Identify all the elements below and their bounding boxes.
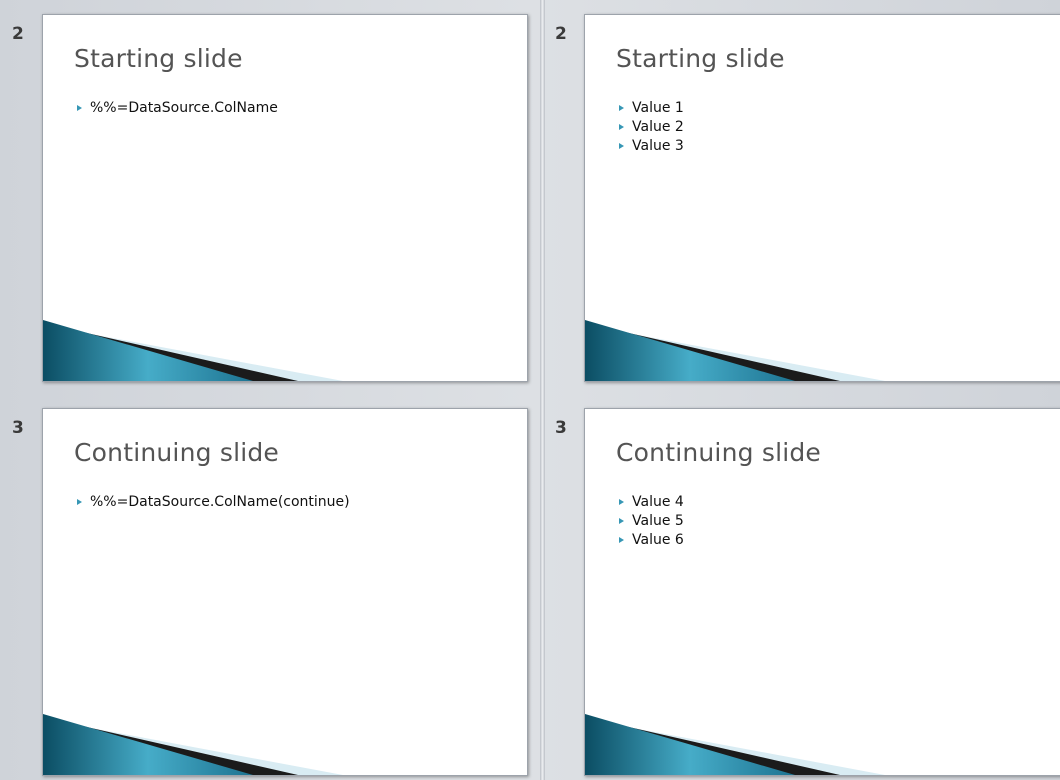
bullet-list: %%=DataSource.ColName (77, 99, 278, 118)
bullet-text: Value 4 (632, 494, 684, 510)
bullet-text: %%=DataSource.ColName (90, 100, 278, 116)
triangle-bullet-icon (619, 499, 624, 505)
triangle-bullet-icon (77, 105, 82, 111)
slide-thumbnail-result-continuing[interactable]: Continuing slide Value 4 Value 5 Value 6 (584, 408, 1060, 776)
slide-number: 3 (555, 418, 567, 438)
slide-thumbnail-template-starting[interactable]: Starting slide %%=DataSource.ColName (42, 14, 528, 382)
teal-swoosh-decoration (43, 714, 343, 775)
triangle-bullet-icon (619, 105, 624, 111)
bullet-text: Value 3 (632, 138, 684, 154)
slide-title: Continuing slide (616, 438, 822, 467)
bullet-item: Value 3 (619, 137, 684, 156)
slide-title: Continuing slide (74, 438, 280, 467)
triangle-bullet-icon (619, 518, 624, 524)
slide-number: 3 (12, 418, 24, 438)
bullet-text: Value 6 (632, 532, 684, 548)
triangle-bullet-icon (619, 124, 624, 130)
triangle-bullet-icon (619, 143, 624, 149)
column-divider[interactable] (540, 0, 545, 780)
bullet-list: %%=DataSource.ColName(continue) (77, 493, 350, 512)
bullet-item: %%=DataSource.ColName (77, 99, 278, 118)
teal-swoosh-decoration (585, 320, 885, 381)
bullet-text: %%=DataSource.ColName(continue) (90, 494, 350, 510)
bullet-list: Value 4 Value 5 Value 6 (619, 493, 684, 550)
bullet-item: Value 2 (619, 118, 684, 137)
triangle-bullet-icon (619, 537, 624, 543)
slide-thumbnail-result-starting[interactable]: Starting slide Value 1 Value 2 Value 3 (584, 14, 1060, 382)
bullet-item: Value 1 (619, 99, 684, 118)
bullet-item: Value 5 (619, 512, 684, 531)
slide-sorter-view: 2 Starting slide %%=DataSource.ColName 3 (0, 0, 1060, 780)
bullet-list: Value 1 Value 2 Value 3 (619, 99, 684, 156)
bullet-item: %%=DataSource.ColName(continue) (77, 493, 350, 512)
bullet-text: Value 1 (632, 100, 684, 116)
triangle-bullet-icon (77, 499, 82, 505)
slide-title: Starting slide (616, 44, 785, 73)
teal-swoosh-decoration (43, 320, 343, 381)
teal-swoosh-decoration (585, 714, 885, 775)
bullet-text: Value 2 (632, 119, 684, 135)
slide-thumbnail-template-continuing[interactable]: Continuing slide %%=DataSource.ColName(c… (42, 408, 528, 776)
bullet-text: Value 5 (632, 513, 684, 529)
bullet-item: Value 4 (619, 493, 684, 512)
slide-title: Starting slide (74, 44, 243, 73)
slide-number: 2 (555, 24, 567, 44)
slide-number: 2 (12, 24, 24, 44)
bullet-item: Value 6 (619, 531, 684, 550)
